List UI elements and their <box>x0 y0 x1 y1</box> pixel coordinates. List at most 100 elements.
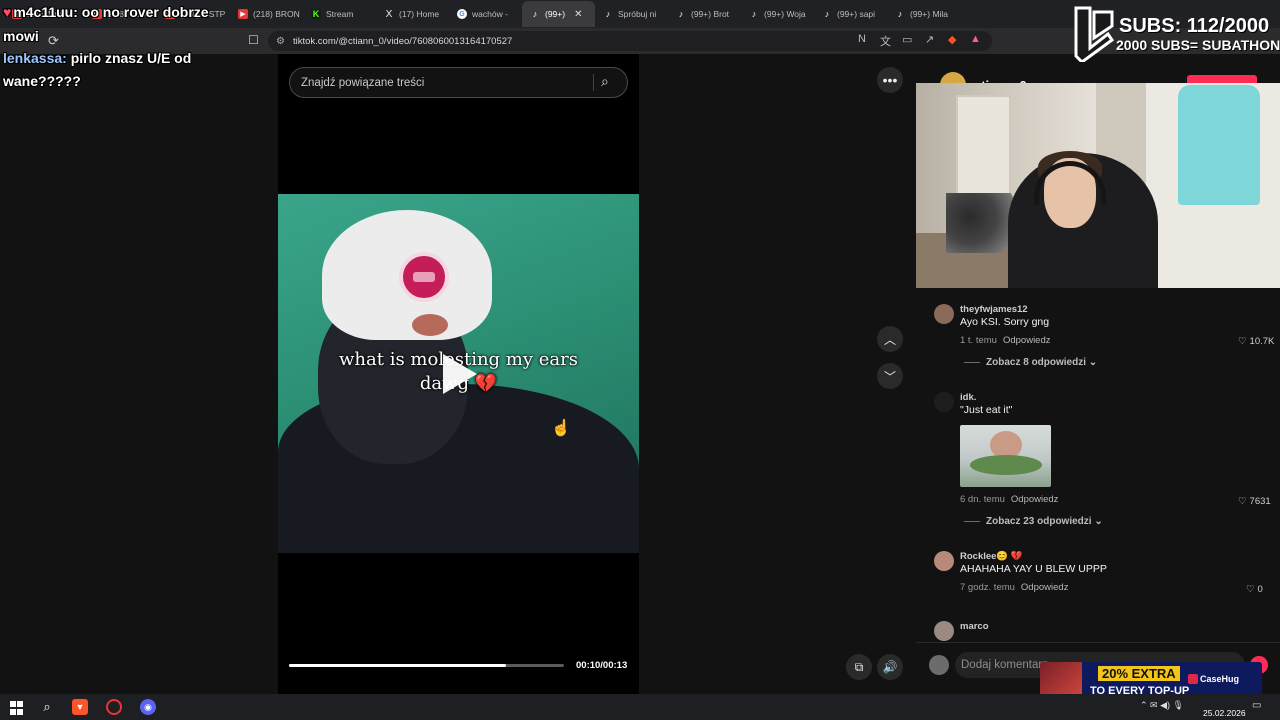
play-icon[interactable] <box>443 354 477 394</box>
tiktok-icon: ♪ <box>532 9 538 19</box>
comment-reply-button[interactable]: Odpowiedz <box>1021 582 1069 593</box>
browser-tab-label: (99+) Woja <box>764 9 806 19</box>
browser-tab-label: (17) Home <box>399 9 440 19</box>
cap-detail <box>412 314 448 336</box>
volume-button[interactable]: 🔊 <box>877 654 903 680</box>
close-tab-icon[interactable]: ✕ <box>574 9 582 20</box>
tiktok-icon: ♪ <box>824 9 830 19</box>
comment-reply-button[interactable]: Odpowiedz <box>1011 494 1059 505</box>
replies-divider <box>964 520 980 522</box>
browser-tab[interactable]: ♪ (99+) ✕ <box>522 1 595 27</box>
picture-in-picture-icon: ⧉ <box>854 659 864 674</box>
video-time: 00:10/00:13 <box>576 660 628 671</box>
comment-meta: 6 dn. temu Odpowiedz <box>960 494 1058 505</box>
comment-meta: 1 t. temu Odpowiedz <box>960 335 1051 346</box>
comment-username[interactable]: theyfwjames12 <box>960 304 1028 315</box>
search-icon[interactable]: ⌕ <box>601 73 609 90</box>
comment-item: theyfwjames12 Ayo KSI. Sorry gng 1 t. te… <box>934 304 1274 347</box>
search-icon[interactable]: ⌕ <box>39 699 55 715</box>
my-avatar <box>929 655 949 675</box>
video-player[interactable]: what is molesting my ears dawg 💔 <box>278 194 639 553</box>
site-info-icon[interactable]: ⚙ <box>276 36 285 47</box>
cast-icon[interactable]: ▭ <box>902 33 912 46</box>
comment-item: Rocklee😊 💔 AHAHAHA YAY U BLEW UPPP 7 god… <box>934 551 1274 596</box>
chat-message-continued: mowi <box>3 28 39 44</box>
browser-tab[interactable]: Gwachów - <box>449 1 522 27</box>
comment-time: 6 dn. temu <box>960 494 1005 505</box>
related-search-input[interactable]: Znajdź powiązane treści <box>289 67 628 98</box>
no-translate-icon[interactable]: N <box>858 33 866 45</box>
x-icon: X <box>385 8 393 20</box>
comment-avatar[interactable] <box>934 551 954 571</box>
casehug-logo-icon <box>1188 674 1198 684</box>
system-tray-icons[interactable]: ⌃ ✉ ◀) 🎙 <box>1140 700 1184 711</box>
share-icon[interactable]: ↗ <box>925 33 934 46</box>
browser-tab-label: (99+) sapi <box>837 9 876 19</box>
browser-tab[interactable]: ♪ (99+) sapi <box>814 1 887 27</box>
chevron-down-icon: ⌄ <box>1094 516 1103 527</box>
notifications-icon[interactable]: ▭ <box>1252 700 1261 711</box>
pip-button[interactable]: ⧉ <box>846 654 872 680</box>
browser-tab[interactable]: ▶ (218) BRON <box>230 1 303 27</box>
comment-username[interactable]: idk. <box>960 392 976 403</box>
browser-tab[interactable]: ♪ Spróbuj ni <box>595 1 668 27</box>
comment-username[interactable]: Rocklee😊 💔 <box>960 551 1023 562</box>
browser-tab[interactable]: ♪ (99+) Brot <box>668 1 741 27</box>
chat-message: oo no rover dobrze <box>81 4 209 20</box>
view-replies-label: Zobacz 8 odpowiedzi <box>986 357 1087 368</box>
translate-icon[interactable]: 文 <box>880 33 891 49</box>
comment-text: Ayo KSI. Sorry gng <box>960 316 1050 328</box>
browser-tab[interactable]: X (17) Home <box>376 1 449 27</box>
more-options-button[interactable]: ••• <box>877 67 903 93</box>
sponsor-headline: 20% EXTRA <box>1098 666 1180 681</box>
brave-shield-icon[interactable]: ◆ <box>948 33 956 46</box>
heart-icon: ♥ <box>3 4 12 20</box>
reload-icon[interactable]: ⟳ <box>48 33 59 49</box>
chat-message: pirlo znasz U/E od <box>70 50 192 66</box>
next-video-button[interactable]: ﹀ <box>877 363 903 389</box>
comment-avatar[interactable] <box>934 621 954 641</box>
tiktok-icon: ♪ <box>897 9 903 19</box>
subs-counter: SUBS: 112/2000 <box>1119 15 1270 37</box>
replies-divider <box>964 361 980 363</box>
comment-like[interactable]: ♡ 0 <box>1246 584 1263 595</box>
discord-icon[interactable]: ◉ <box>140 699 156 715</box>
browser-tab[interactable]: ♪ (99+) Woja <box>741 1 814 27</box>
youtube-icon: ▶ <box>238 9 248 19</box>
view-replies-label: Zobacz 23 odpowiedzi <box>986 516 1092 527</box>
view-replies-button[interactable]: Zobacz 8 odpowiedzi ⌄ <box>964 357 1097 368</box>
chat-username: m4c11uu: <box>13 4 78 20</box>
browser-tab[interactable]: K Stream <box>303 1 376 27</box>
screen: ♥ m4c11uu ▶ (218) Ushe ▶ (218) OSTP ▶ (218) BRO… <box>0 0 1280 720</box>
chat-username: lenkassa: <box>3 50 67 66</box>
comment-reply-button[interactable]: Odpowiedz <box>1003 335 1051 346</box>
comment-avatar[interactable] <box>934 392 954 412</box>
view-replies-button[interactable]: Zobacz 23 odpowiedzi ⌄ <box>964 516 1103 527</box>
heart-icon[interactable]: ♡ <box>1238 336 1247 347</box>
comment-like[interactable]: ♡ 10.7K <box>1238 336 1274 347</box>
bookmark-icon[interactable]: ☐ <box>248 33 259 47</box>
obs-icon[interactable] <box>106 699 122 715</box>
chevron-up-icon: ︿ <box>883 332 896 347</box>
windows-start-icon[interactable] <box>9 700 23 716</box>
comment-avatar[interactable] <box>934 304 954 324</box>
google-icon: G <box>457 9 467 19</box>
video-progress-bar[interactable] <box>289 664 564 667</box>
browser-tab-label: Spróbuj ni <box>618 9 657 19</box>
chevron-down-icon: ﹀ <box>883 369 896 384</box>
ellipsis-icon: ••• <box>882 72 898 88</box>
rewards-icon[interactable]: ▲ <box>970 33 981 45</box>
chevron-down-icon: ⌄ <box>1088 357 1098 368</box>
heart-icon[interactable]: ♡ <box>1246 584 1255 595</box>
heart-icon[interactable]: ♡ <box>1238 496 1247 507</box>
previous-video-button[interactable]: ︿ <box>877 326 903 352</box>
sponsor-brand: CaseHug <box>1200 674 1240 684</box>
comment-username[interactable]: marco <box>960 621 989 632</box>
brave-browser-icon[interactable]: ▼ <box>72 699 88 715</box>
kick-icon: K <box>311 9 321 19</box>
browser-tab[interactable]: ♪ (99+) Mila <box>887 1 960 27</box>
comment-like[interactable]: ♡ 7631 <box>1238 496 1271 507</box>
overlay-chat-line: wane????? <box>3 73 81 89</box>
comment-image[interactable] <box>960 425 1051 487</box>
tiktok-icon: ♪ <box>751 9 757 19</box>
